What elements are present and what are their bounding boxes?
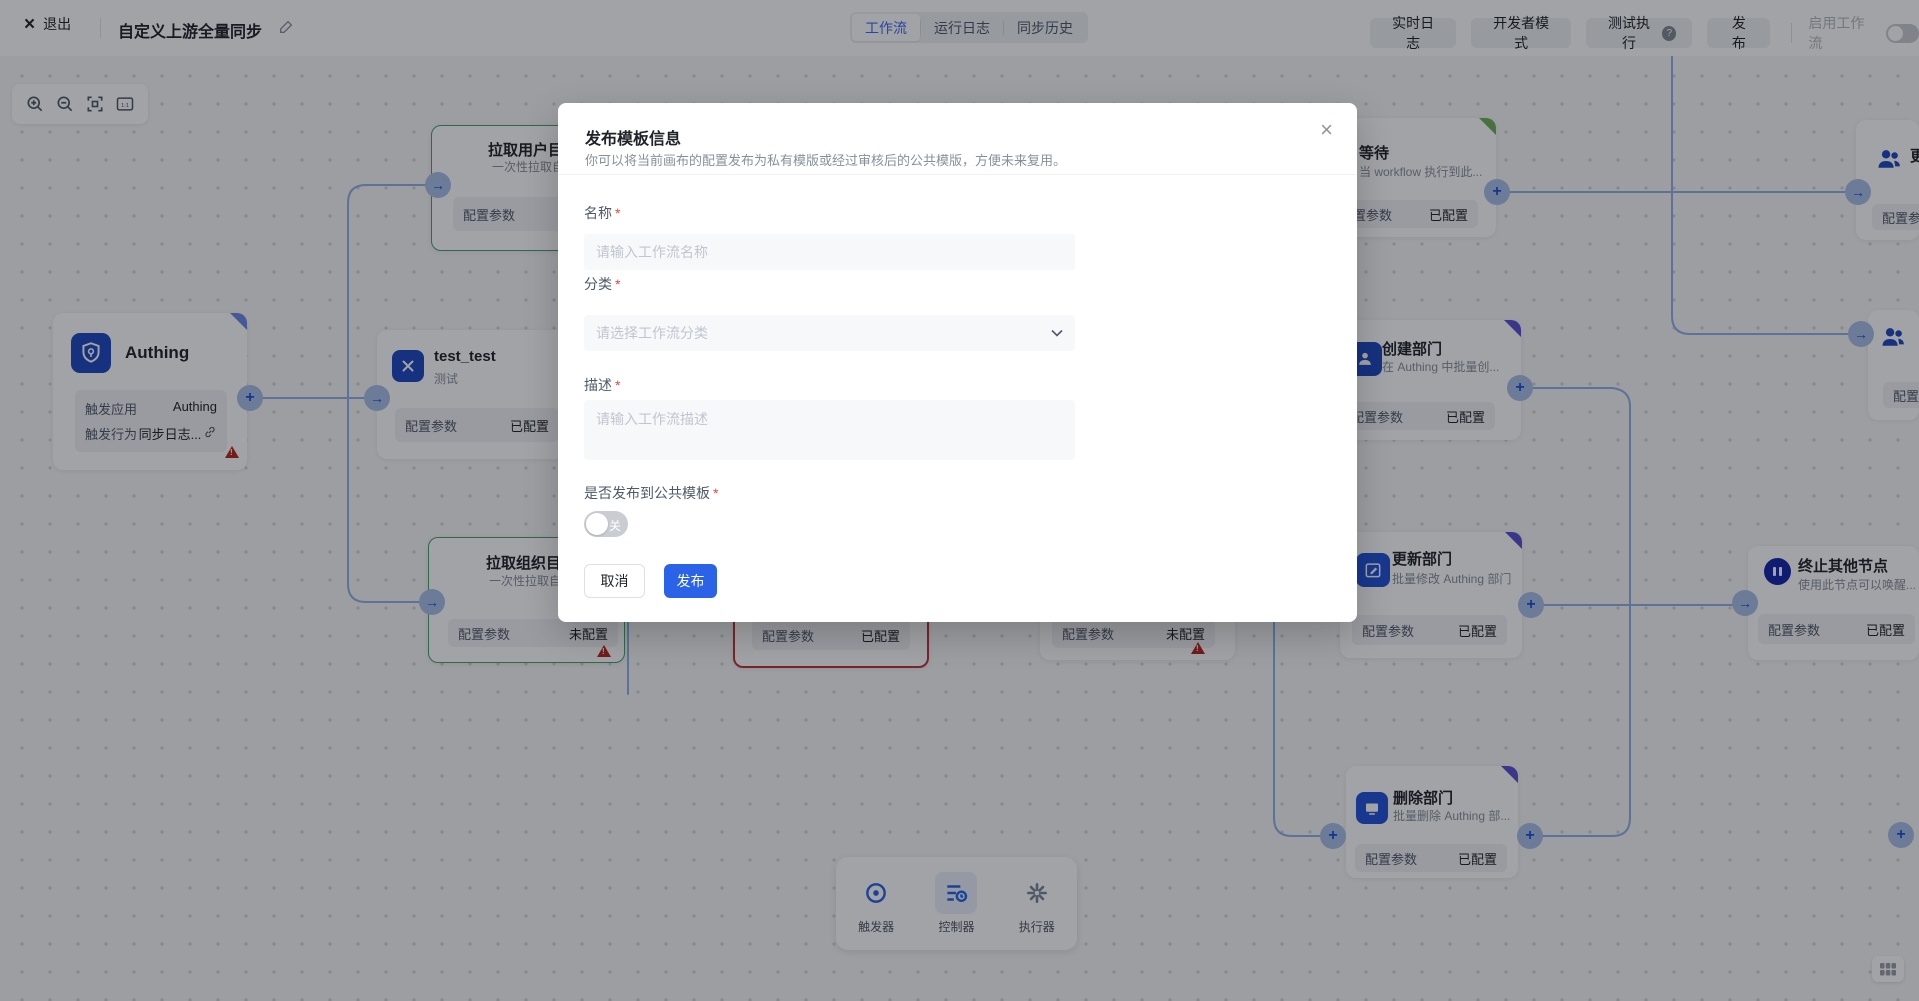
name-field-label: 名称* xyxy=(584,203,620,223)
modal-title: 发布模板信息 xyxy=(585,125,681,149)
field-label-text: 是否发布到公共模板 xyxy=(584,485,710,501)
field-label-text: 描述 xyxy=(584,377,612,393)
category-select[interactable]: 请选择工作流分类 xyxy=(584,315,1075,351)
desc-field-label: 描述* xyxy=(584,375,620,395)
toggle-off-label: 关 xyxy=(609,517,621,534)
modal-subtitle: 你可以将当前画布的配置发布为私有模版或经过审核后的公共模版，方便未来复用。 xyxy=(585,150,1066,169)
publish-template-modal: 发布模板信息 你可以将当前画布的配置发布为私有模版或经过审核后的公共模版，方便未… xyxy=(558,103,1357,622)
publish-button[interactable]: 发布 xyxy=(664,564,717,598)
required-mark: * xyxy=(615,276,620,292)
required-mark: * xyxy=(713,485,718,501)
field-label-text: 分类 xyxy=(584,276,612,292)
required-mark: * xyxy=(615,377,620,393)
public-template-toggle[interactable]: 关 xyxy=(584,511,628,537)
desc-textarea[interactable] xyxy=(584,400,1075,460)
cancel-button[interactable]: 取消 xyxy=(584,564,645,598)
category-field-label: 分类* xyxy=(584,274,620,294)
chevron-down-icon xyxy=(1051,324,1063,342)
divider xyxy=(558,174,1357,175)
name-input[interactable] xyxy=(584,234,1075,270)
close-icon[interactable]: × xyxy=(1320,119,1333,141)
toggle-knob xyxy=(586,513,608,535)
required-mark: * xyxy=(615,205,620,221)
select-placeholder: 请选择工作流分类 xyxy=(596,323,708,343)
workflow-editor-screen: × 退出 自定义上游全量同步 工作流 运行日志 同步历史 实时日志 开发者模式 … xyxy=(0,0,1919,1001)
public-template-label: 是否发布到公共模板* xyxy=(584,483,718,503)
field-label-text: 名称 xyxy=(584,205,612,221)
